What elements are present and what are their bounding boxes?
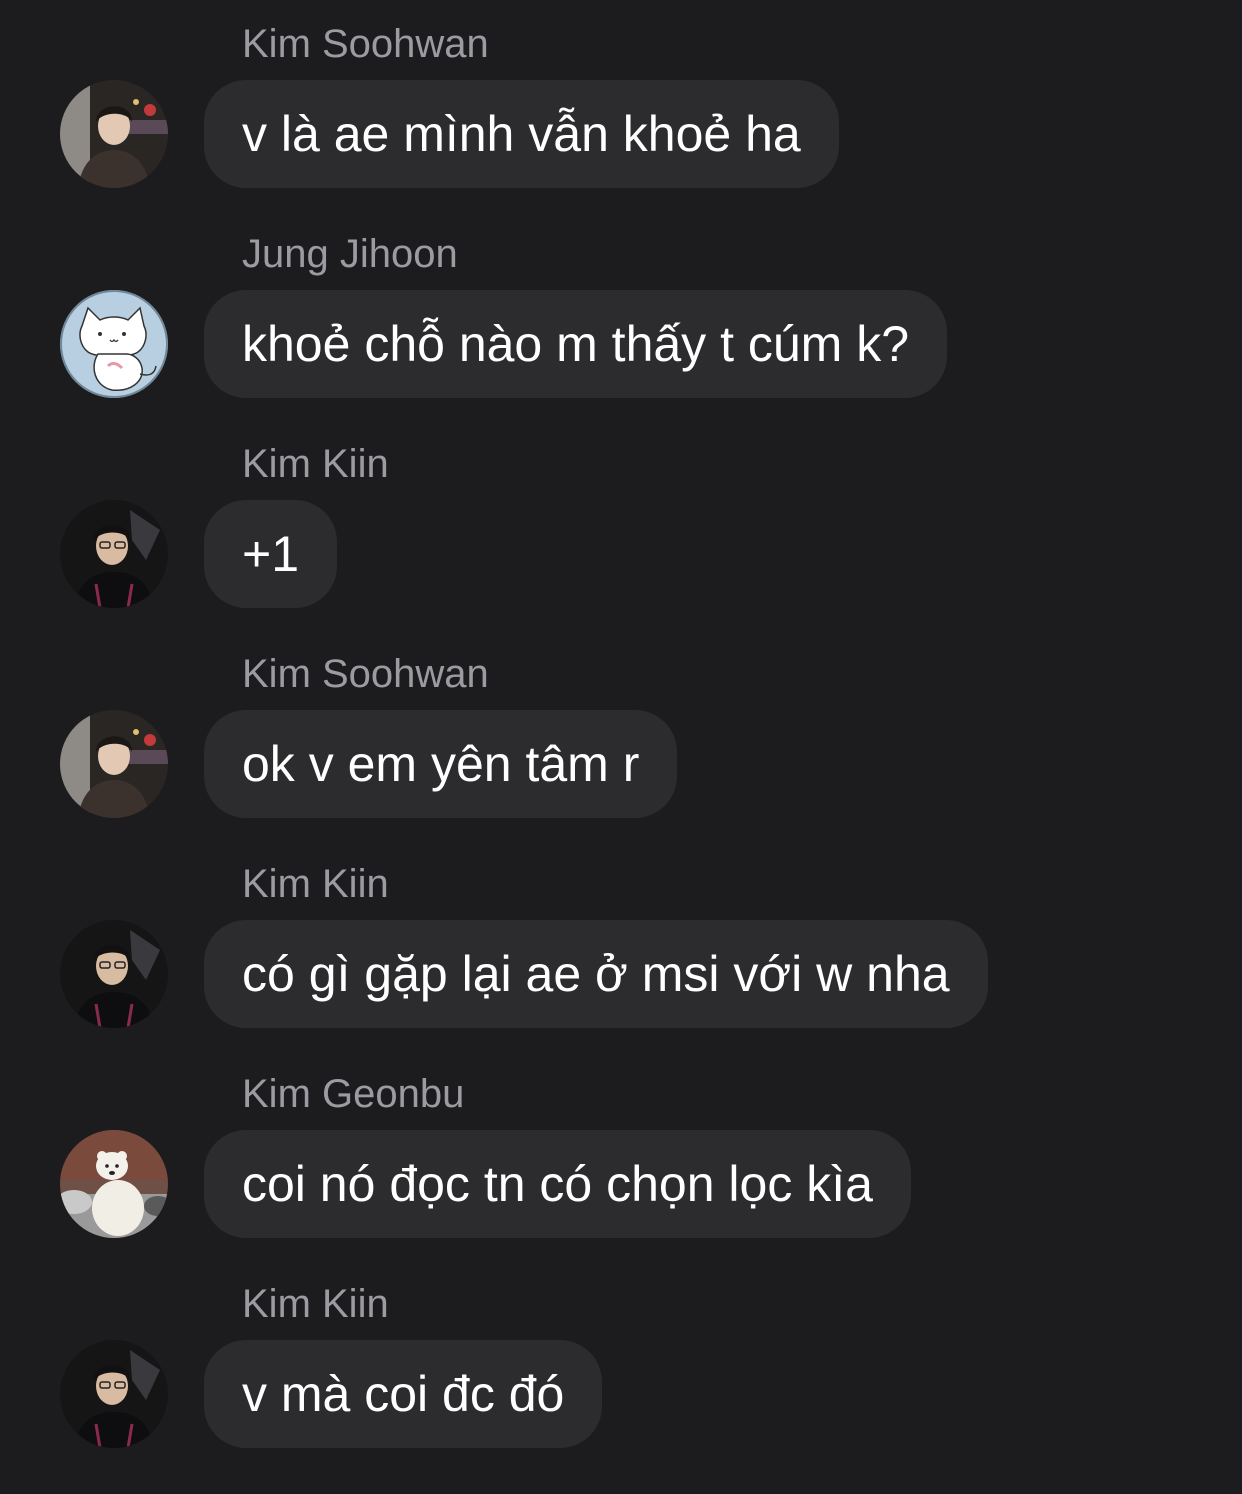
sender-name: Kim Soohwan xyxy=(242,22,489,66)
avatar-kim-kiin[interactable] xyxy=(60,1340,168,1448)
message-bubble[interactable]: có gì gặp lại ae ở msi với w nha xyxy=(204,920,988,1028)
message-group: Jung Jihoon khoẻ chỗ nào m thấy t cúm k? xyxy=(0,210,1242,420)
avatar-kim-soohwan[interactable] xyxy=(60,80,168,188)
sender-name: Kim Kiin xyxy=(242,442,389,486)
sender-name: Jung Jihoon xyxy=(242,232,458,276)
chat-thread: Kim Soohwan v là ae mình vẫn khoẻ ha Jun… xyxy=(0,0,1242,1494)
message-group: Kim Kiin có gì gặp lại ae ở msi với w nh… xyxy=(0,840,1242,1050)
message-bubble[interactable]: khoẻ chỗ nào m thấy t cúm k? xyxy=(204,290,948,398)
message-bubble[interactable]: coi nó đọc tn có chọn lọc kìa xyxy=(204,1130,911,1238)
message-bubble[interactable]: v mà coi đc đó xyxy=(204,1340,603,1448)
message-group: Kim Geonbu coi nó đọc tn có chọn lọc kìa xyxy=(0,1050,1242,1260)
avatar-kim-geonbu[interactable] xyxy=(60,1130,168,1238)
message-group: Kim Soohwan ok v em yên tâm r xyxy=(0,630,1242,840)
sender-name: Kim Kiin xyxy=(242,862,389,906)
sender-name: Kim Kiin xyxy=(242,1282,389,1326)
avatar-jung-jihoon[interactable] xyxy=(60,290,168,398)
message-group: Kim Soohwan v là ae mình vẫn khoẻ ha xyxy=(0,0,1242,210)
message-bubble[interactable]: v là ae mình vẫn khoẻ ha xyxy=(204,80,839,188)
avatar-kim-kiin[interactable] xyxy=(60,500,168,608)
sender-name: Kim Geonbu xyxy=(242,1072,465,1116)
message-group: Kim Kiin v mà coi đc đó xyxy=(0,1260,1242,1470)
sender-name: Kim Soohwan xyxy=(242,652,489,696)
message-bubble[interactable]: +1 xyxy=(204,500,338,608)
avatar-kim-kiin[interactable] xyxy=(60,920,168,1028)
avatar-kim-soohwan[interactable] xyxy=(60,710,168,818)
message-group: Kim Kiin +1 xyxy=(0,420,1242,630)
message-bubble[interactable]: ok v em yên tâm r xyxy=(204,710,678,818)
